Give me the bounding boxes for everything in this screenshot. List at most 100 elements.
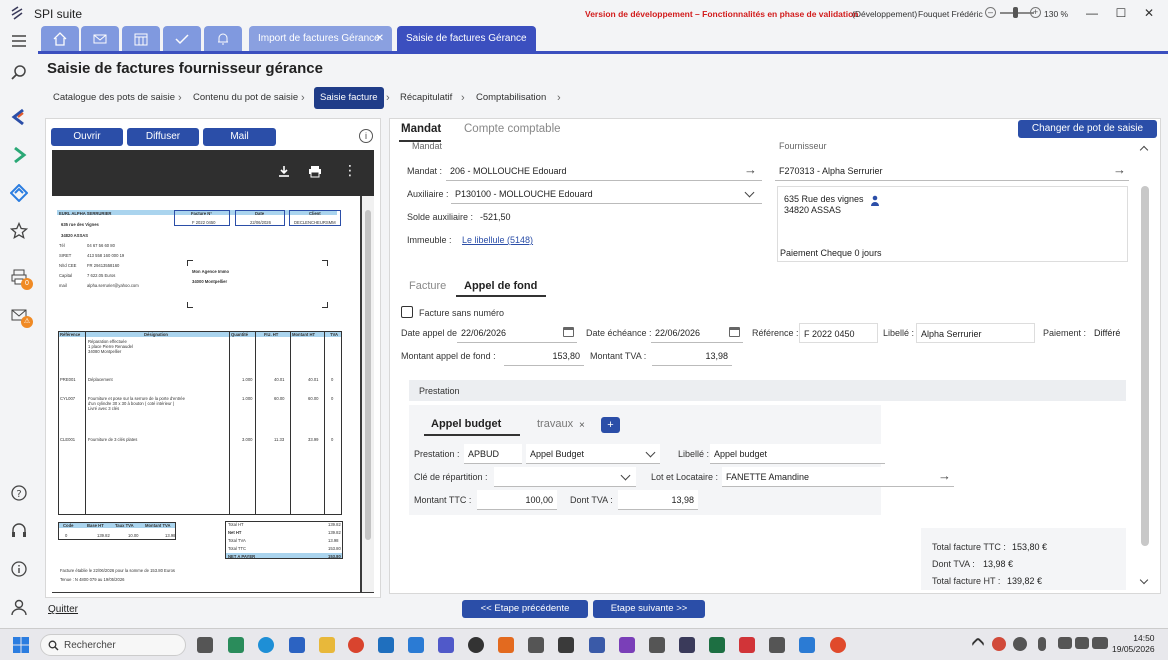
- mail-button[interactable]: Mail: [203, 128, 276, 146]
- download-icon[interactable]: [278, 165, 290, 178]
- star-icon[interactable]: [10, 222, 28, 240]
- tab-mail[interactable]: [81, 26, 119, 52]
- app-icon[interactable]: [468, 637, 484, 653]
- quit-link[interactable]: Quitter: [48, 604, 78, 615]
- add-prestation-button[interactable]: +: [601, 417, 620, 433]
- prestation-select[interactable]: Appel Budget: [526, 444, 660, 464]
- montant-tva-input[interactable]: 13,98: [652, 346, 732, 366]
- cle-select[interactable]: [494, 467, 636, 487]
- scroll-up-icon[interactable]: [1139, 145, 1149, 155]
- immeuble-link[interactable]: Le libellule (5148): [462, 235, 533, 245]
- tab-appel-de-fond[interactable]: Appel de fond: [464, 280, 537, 292]
- mandat-field[interactable]: 206 - MOLLOUCHE Edouard: [446, 161, 762, 181]
- volume-icon[interactable]: [1075, 637, 1089, 649]
- tab-appel-budget[interactable]: Appel budget: [431, 418, 501, 430]
- app-icon[interactable]: [528, 637, 544, 653]
- auxiliaire-select[interactable]: P130100 - MOLLOUCHE Edouard: [451, 184, 762, 204]
- libelle-input[interactable]: Alpha Serrurier: [916, 323, 1035, 343]
- app-icon[interactable]: [799, 637, 815, 653]
- info-icon[interactable]: [10, 560, 28, 578]
- next-step-button[interactable]: Etape suivante >>: [593, 600, 705, 618]
- teams-icon[interactable]: [438, 637, 454, 653]
- wifi-icon[interactable]: [1058, 637, 1072, 649]
- minimize-button[interactable]: —: [1082, 4, 1102, 22]
- app-icon[interactable]: [558, 637, 574, 653]
- montant-appel-input[interactable]: 153,80: [504, 346, 584, 366]
- widgets-icon[interactable]: [228, 637, 244, 653]
- more-options-icon[interactable]: ⋮: [343, 162, 357, 179]
- crumb-catalogue[interactable]: Catalogue des pots de saisie: [53, 87, 175, 109]
- tab-mandat[interactable]: Mandat: [401, 123, 441, 135]
- zoom-out-button[interactable]: –: [985, 7, 996, 18]
- zoom-in-button[interactable]: +: [1030, 7, 1041, 18]
- battery-icon[interactable]: [1092, 637, 1108, 649]
- zoom-slider-thumb[interactable]: [1013, 7, 1018, 18]
- prestation-libelle-input[interactable]: Appel budget: [710, 444, 885, 464]
- person-pin-icon[interactable]: [870, 195, 880, 207]
- taskbar-search[interactable]: Rechercher: [40, 634, 186, 656]
- diamond-module-icon[interactable]: [10, 184, 28, 202]
- tray-app-icon[interactable]: [992, 637, 1006, 651]
- dont-tva-input[interactable]: 13,98: [618, 490, 698, 510]
- nav-back-icon[interactable]: [10, 108, 28, 126]
- crumb-recapitulatif[interactable]: Récapitulatif: [400, 87, 452, 109]
- viewer-scrollbar[interactable]: [362, 196, 374, 592]
- previous-step-button[interactable]: << Etape précédente: [462, 600, 588, 618]
- tab-close-icon[interactable]: ✕: [376, 26, 384, 52]
- sans-numero-checkbox[interactable]: [401, 306, 413, 318]
- share-button[interactable]: Diffuser: [127, 128, 199, 146]
- tab-import-factures[interactable]: Import de factures Gérance ✕: [249, 26, 392, 52]
- date-appel-input[interactable]: 22/06/2026: [457, 323, 577, 343]
- app-icon[interactable]: [589, 637, 605, 653]
- outlook-icon[interactable]: [289, 637, 305, 653]
- app-icon[interactable]: [498, 637, 514, 653]
- help-icon[interactable]: ?: [10, 484, 28, 502]
- open-button[interactable]: Ouvrir: [51, 128, 123, 146]
- tab-notifications[interactable]: [204, 26, 242, 52]
- visual-studio-icon[interactable]: [619, 637, 635, 653]
- app-icon[interactable]: [739, 637, 755, 653]
- print-icon[interactable]: [308, 165, 322, 178]
- windows-start-icon[interactable]: [13, 637, 29, 653]
- hamburger-menu-icon[interactable]: [10, 32, 28, 50]
- chrome-icon[interactable]: [348, 637, 364, 653]
- ttc-input[interactable]: 100,00: [477, 490, 557, 510]
- tab-travaux[interactable]: travaux: [537, 418, 573, 430]
- close-window-button[interactable]: ✕: [1139, 4, 1159, 22]
- prestation-code-input[interactable]: APBUD: [464, 444, 522, 464]
- tray-expand-icon[interactable]: [970, 636, 986, 652]
- headset-support-icon[interactable]: [10, 522, 28, 540]
- tab-compte-comptable[interactable]: Compte comptable: [464, 123, 561, 135]
- form-scrollbar[interactable]: [1139, 143, 1151, 591]
- task-view-icon[interactable]: [197, 637, 213, 653]
- calendar-icon[interactable]: [563, 327, 574, 337]
- tab-saisie-factures[interactable]: Saisie de factures Gérance: [397, 26, 536, 52]
- file-explorer-icon[interactable]: [319, 637, 335, 653]
- tray-app-icon[interactable]: [1013, 637, 1027, 651]
- fournisseur-field[interactable]: F270313 - Alpha Serrurier: [775, 161, 1129, 181]
- search-icon[interactable]: [10, 64, 28, 82]
- tab-tasks[interactable]: [163, 26, 201, 52]
- nav-forward-icon[interactable]: [10, 146, 28, 164]
- app-icon[interactable]: [649, 637, 665, 653]
- crumb-comptabilisation[interactable]: Comptabilisation: [476, 87, 546, 109]
- tab-calendar[interactable]: [122, 26, 160, 52]
- change-pot-button[interactable]: Changer de pot de saisie: [1018, 120, 1157, 138]
- app-icon[interactable]: [679, 637, 695, 653]
- crumb-contenu[interactable]: Contenu du pot de saisie: [193, 87, 298, 109]
- calendar-icon[interactable]: [729, 327, 740, 337]
- maximize-button[interactable]: ☐: [1111, 4, 1131, 22]
- user-name[interactable]: Fouquet Frédéric: [918, 9, 983, 19]
- word-icon[interactable]: [378, 637, 394, 653]
- app-icon[interactable]: [408, 637, 424, 653]
- user-profile-icon[interactable]: [10, 598, 28, 616]
- arrow-right-icon[interactable]: →: [744, 162, 757, 177]
- scroll-down-icon[interactable]: [1139, 575, 1149, 585]
- app-icon[interactable]: [769, 637, 785, 653]
- app-icon[interactable]: [709, 637, 725, 653]
- app-icon[interactable]: [830, 637, 846, 653]
- info-icon[interactable]: i: [359, 129, 373, 143]
- reference-input[interactable]: F 2022 0450: [799, 323, 878, 343]
- arrow-right-icon[interactable]: →: [1113, 162, 1126, 177]
- lot-field[interactable]: FANETTE Amandine: [722, 467, 954, 487]
